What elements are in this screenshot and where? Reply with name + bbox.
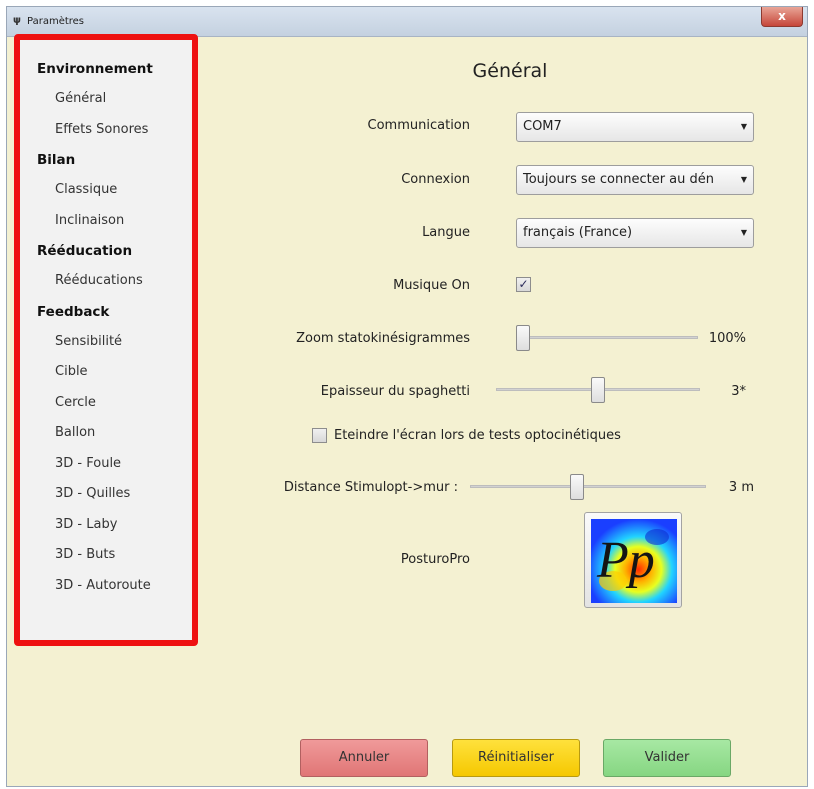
communication-value: COM7 [523, 119, 562, 134]
distance-value: 3 m [728, 480, 754, 495]
connexion-value: Toujours se connecter au dén [523, 172, 715, 187]
musique-checkbox[interactable]: ✓ [516, 277, 531, 292]
page-title: Général [472, 60, 548, 82]
sidebar-group-feedback[interactable]: Feedback [20, 297, 192, 327]
communication-select[interactable]: COM7 ▼ [516, 112, 754, 142]
connexion-label: Connexion [401, 172, 470, 187]
connexion-select[interactable]: Toujours se connecter au dén ▼ [516, 165, 754, 195]
logo-text: Pp [596, 532, 655, 589]
epaisseur-slider-thumb[interactable] [591, 377, 605, 403]
sidebar-item-3d-foule[interactable]: 3D - Foule [20, 449, 192, 480]
chevron-down-icon: ▼ [740, 228, 747, 237]
langue-label: Langue [422, 225, 470, 240]
distance-slider-thumb[interactable] [569, 474, 584, 500]
zoom-label: Zoom statokinésigrammes [296, 331, 470, 346]
sidebar-item-effets-sonores[interactable]: Effets Sonores [20, 115, 192, 146]
sidebar-item-cercle[interactable]: Cercle [20, 388, 192, 419]
sidebar-item-3d-buts[interactable]: 3D - Buts [20, 540, 192, 571]
close-button[interactable]: x [761, 7, 803, 27]
eteindre-label[interactable]: Eteindre l'écran lors de tests optocinét… [334, 428, 621, 443]
sidebar-item-3d-autoroute[interactable]: 3D - Autoroute [20, 571, 192, 602]
window-title: Paramètres [27, 16, 85, 27]
distance-label: Distance Stimulopt->mur : [283, 480, 458, 495]
musique-label: Musique On [393, 278, 470, 293]
sidebar-item-classique[interactable]: Classique [20, 175, 192, 206]
sidebar-item-reeducations[interactable]: Rééducations [20, 266, 192, 297]
distance-slider-track[interactable] [470, 485, 706, 488]
eteindre-checkbox[interactable] [312, 428, 327, 443]
settings-panel: Général Communication COM7 ▼ Connexion T… [200, 30, 802, 780]
settings-sidebar: Environnement Général Effets Sonores Bil… [14, 34, 198, 646]
langue-select[interactable]: français (France) ▼ [516, 218, 754, 248]
posturopro-icon: ψ [13, 15, 21, 26]
langue-value: français (France) [523, 225, 633, 240]
zoom-slider-thumb[interactable] [516, 325, 530, 351]
sidebar-item-3d-quilles[interactable]: 3D - Quilles [20, 479, 192, 510]
reset-button[interactable]: Réinitialiser [452, 739, 580, 777]
posturopro-logo-icon: Pp [591, 519, 677, 603]
sidebar-group-bilan[interactable]: Bilan [20, 145, 192, 175]
posturopro-logo-button[interactable]: Pp [584, 512, 682, 608]
cancel-button[interactable]: Annuler [300, 739, 428, 777]
ok-button[interactable]: Valider [603, 739, 731, 777]
sidebar-item-general[interactable]: Général [20, 84, 192, 115]
sidebar-group-environnement[interactable]: Environnement [20, 54, 192, 84]
sidebar-item-cible[interactable]: Cible [20, 357, 192, 388]
communication-label: Communication [367, 118, 470, 133]
sidebar-group-reeducation[interactable]: Rééducation [20, 236, 192, 266]
epaisseur-value: 3* [731, 384, 746, 399]
epaisseur-label: Epaisseur du spaghetti [320, 384, 470, 399]
sidebar-item-sensibilite[interactable]: Sensibilité [20, 327, 192, 358]
zoom-slider-track[interactable] [516, 336, 698, 339]
chevron-down-icon: ▼ [740, 122, 747, 131]
posturopro-label: PosturoPro [400, 552, 470, 567]
chevron-down-icon: ▼ [740, 175, 747, 184]
sidebar-item-3d-laby[interactable]: 3D - Laby [20, 510, 192, 541]
sidebar-item-inclinaison[interactable]: Inclinaison [20, 206, 192, 237]
sidebar-item-ballon[interactable]: Ballon [20, 418, 192, 449]
zoom-value: 100% [708, 331, 746, 346]
